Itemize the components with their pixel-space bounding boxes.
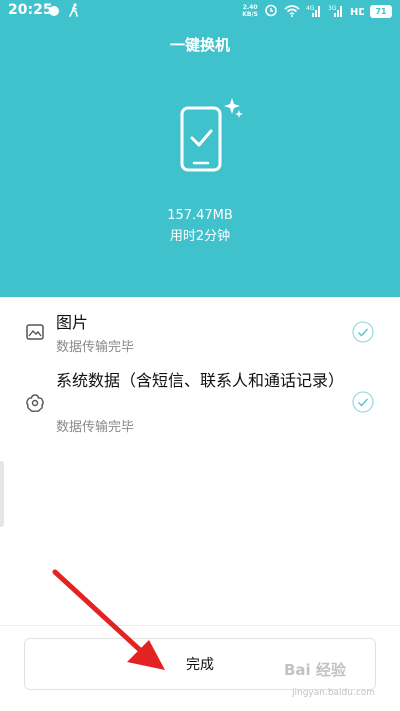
status-time: 20:25 (8, 2, 53, 18)
transfer-duration: 用时2分钟 (169, 229, 231, 244)
list-item: 图片 数据传输完毕 (0, 312, 400, 356)
watermark-url: jingyan.baidu.com (292, 688, 376, 698)
item-name: 图片 (56, 313, 89, 332)
walk-icon (68, 2, 80, 21)
battery-icon: 71 (370, 4, 392, 18)
sparkle-icon (224, 98, 243, 118)
item-status: 数据传输完毕 (56, 420, 135, 435)
annotation-arrow-icon (52, 569, 165, 670)
check-circle-icon (352, 321, 374, 343)
phone-check-icon (176, 98, 246, 178)
svg-text:3G: 3G (328, 5, 337, 12)
item-name: 系统数据（含短信、联系人和通话记录） (56, 371, 345, 390)
svg-text:4G: 4G (306, 5, 315, 12)
signal-3g-icon: 3G (328, 2, 344, 21)
item-status: 数据传输完毕 (56, 340, 135, 355)
alarm-icon (264, 2, 278, 21)
image-icon (24, 321, 46, 343)
net-speed-value: 2.40 (242, 4, 258, 11)
list-item: 系统数据（含短信、联系人和通话记录） 数据传输完毕 (0, 370, 400, 435)
settings-flower-icon (24, 392, 46, 414)
header-panel: 20:25 2.40 KB/S 4G 3G HD 71 一键换机 157.47M… (0, 0, 400, 297)
check-circle-icon (352, 391, 374, 413)
signal-4g-icon: 4G (306, 2, 322, 21)
transfer-size: 157.47MB (167, 208, 233, 223)
side-drag-handle[interactable] (0, 461, 4, 527)
net-speed: 2.40 KB/S (242, 4, 258, 18)
page-title: 一键换机 (169, 36, 230, 54)
watermark: Bai 经验 (284, 661, 346, 679)
status-bar: 20:25 2.40 KB/S 4G 3G HD 71 (0, 0, 400, 22)
net-speed-unit: KB/S (242, 11, 258, 18)
svg-text:HD: HD (350, 7, 364, 17)
chat-bubble-icon (48, 2, 60, 21)
wifi-icon (284, 2, 300, 21)
hd-icon: HD (350, 2, 367, 21)
